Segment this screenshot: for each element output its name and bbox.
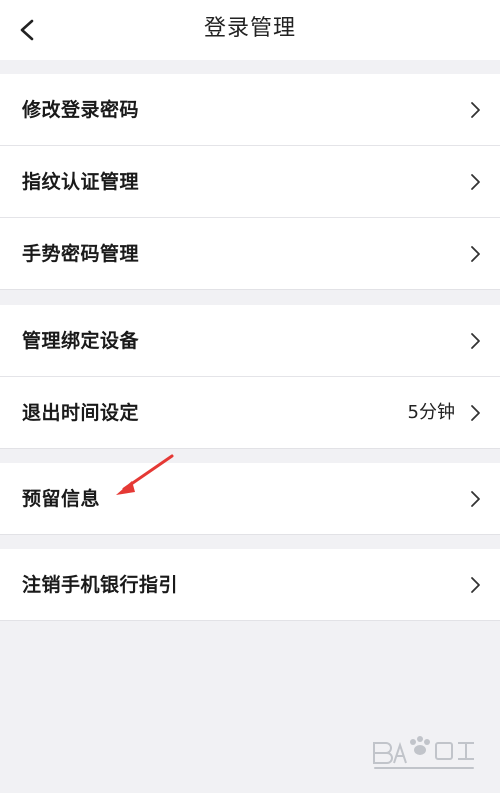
- list-item-logout-timeout[interactable]: 退出时间设定 5分钟: [0, 377, 500, 449]
- chevron-right-icon: [471, 577, 480, 593]
- settings-group-password: 修改登录密码 指纹认证管理 手势密码管理: [0, 74, 500, 290]
- list-item-label: 管理绑定设备: [22, 330, 140, 352]
- chevron-right-icon: [471, 102, 480, 118]
- chevron-right-icon: [471, 333, 480, 349]
- app-header: 登录管理: [0, 0, 500, 60]
- settings-group-cancel-guide: 注销手机银行指引: [0, 549, 500, 621]
- list-item-fingerprint-auth[interactable]: 指纹认证管理: [0, 146, 500, 218]
- logout-timeout-value: 5分钟: [407, 402, 455, 423]
- chevron-right-icon: [471, 491, 480, 507]
- chevron-right-icon: [471, 405, 480, 421]
- chevron-right-icon: [471, 174, 480, 190]
- baidu-watermark-icon: [373, 736, 474, 769]
- page-title: 登录管理: [203, 16, 296, 41]
- list-item-label: 注销手机银行指引: [22, 574, 179, 596]
- list-item-reserved-info[interactable]: 预留信息: [0, 463, 500, 535]
- chevron-right-icon: [471, 246, 480, 262]
- list-item-bound-devices[interactable]: 管理绑定设备: [0, 305, 500, 377]
- list-item-label: 修改登录密码: [22, 99, 140, 121]
- settings-group-reserved-info: 预留信息: [0, 463, 500, 535]
- list-item-cancel-mobile-banking-guide[interactable]: 注销手机银行指引: [0, 549, 500, 621]
- list-item-label: 手势密码管理: [22, 243, 140, 265]
- list-item-change-login-password[interactable]: 修改登录密码: [0, 74, 500, 146]
- settings-group-devices: 管理绑定设备 退出时间设定 5分钟: [0, 305, 500, 449]
- list-item-gesture-password[interactable]: 手势密码管理: [0, 218, 500, 290]
- list-item-label: 指纹认证管理: [22, 171, 140, 193]
- list-item-label: 退出时间设定: [22, 402, 140, 424]
- list-item-label: 预留信息: [22, 488, 101, 510]
